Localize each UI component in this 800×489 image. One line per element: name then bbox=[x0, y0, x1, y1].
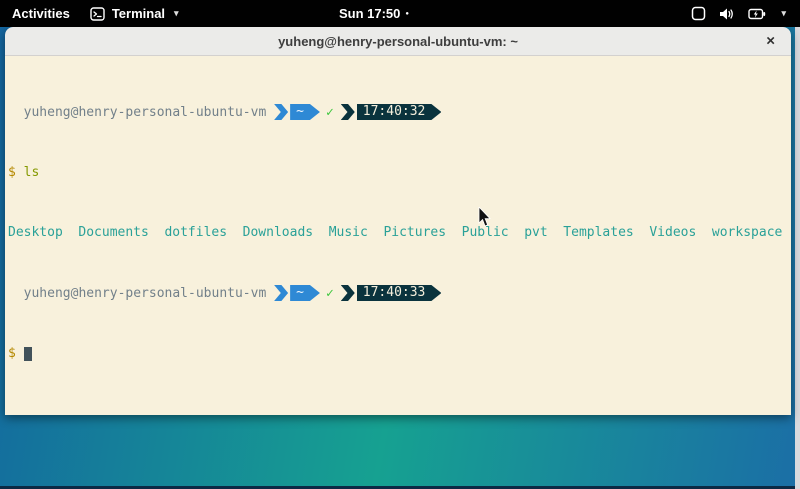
command-line: $ ls bbox=[8, 165, 788, 180]
window-titlebar[interactable]: yuheng@henry-personal-ubuntu-vm: ~ × bbox=[5, 27, 791, 56]
clock-button[interactable]: Sun 17:50 ● bbox=[339, 0, 409, 27]
prompt-symbol: $ bbox=[8, 346, 16, 361]
clock-label: Sun 17:50 bbox=[339, 6, 400, 21]
battery-charging-icon bbox=[748, 8, 766, 20]
mouse-cursor bbox=[478, 207, 491, 227]
activities-button[interactable]: Activities bbox=[12, 0, 70, 27]
prompt-user: yuheng@henry-personal-ubuntu-vm bbox=[8, 105, 274, 120]
terminal-content[interactable]: yuheng@henry-personal-ubuntu-vm ~ ✓ 17:4… bbox=[5, 56, 791, 415]
command-text: ls bbox=[24, 165, 40, 180]
terminal-icon bbox=[90, 7, 105, 21]
dir-entry: Documents bbox=[78, 225, 148, 240]
status-check-icon: ✓ bbox=[326, 105, 334, 120]
dir-entry: Desktop bbox=[8, 225, 63, 240]
powerline-chevron-icon bbox=[274, 104, 288, 120]
close-button[interactable]: × bbox=[766, 34, 775, 49]
dir-entry: pvt bbox=[524, 225, 547, 240]
volume-icon bbox=[719, 7, 735, 21]
screen-edge-strip bbox=[795, 27, 800, 489]
prompt-time: 17:40:33 bbox=[357, 285, 442, 301]
dir-entry: dotfiles bbox=[164, 225, 227, 240]
powerline-chevron-icon bbox=[341, 285, 355, 301]
dir-entry: Pictures bbox=[383, 225, 446, 240]
top-bar: Activities Terminal ▾ Sun 17:50 ● bbox=[0, 0, 800, 27]
dir-entry: Music bbox=[329, 225, 368, 240]
chevron-down-icon: ▾ bbox=[781, 9, 786, 18]
window-title: yuheng@henry-personal-ubuntu-vm: ~ bbox=[278, 34, 518, 49]
prompt-symbol: $ bbox=[8, 165, 24, 180]
notification-dot: ● bbox=[405, 11, 409, 17]
ls-output: Desktop Documents dotfiles Downloads Mus… bbox=[8, 225, 788, 240]
chevron-down-icon: ▾ bbox=[174, 9, 179, 18]
input-line[interactable]: $ bbox=[8, 346, 788, 361]
terminal-cursor bbox=[24, 347, 32, 361]
prompt-line-2: yuheng@henry-personal-ubuntu-vm ~ ✓ 17:4… bbox=[8, 285, 788, 301]
prompt-user: yuheng@henry-personal-ubuntu-vm bbox=[8, 286, 274, 301]
dir-entry: Downloads bbox=[243, 225, 313, 240]
app-menu-label: Terminal bbox=[112, 6, 165, 21]
system-menu[interactable]: ▾ bbox=[691, 0, 786, 27]
powerline-chevron-icon bbox=[274, 285, 288, 301]
prompt-cwd: ~ bbox=[290, 104, 320, 120]
dir-entry: Videos bbox=[649, 225, 696, 240]
desktop: Activities Terminal ▾ Sun 17:50 ● bbox=[0, 0, 800, 489]
dir-entry: Public bbox=[462, 225, 509, 240]
prompt-time: 17:40:32 bbox=[357, 104, 442, 120]
status-check-icon: ✓ bbox=[326, 286, 334, 301]
dir-entry: workspace bbox=[712, 225, 782, 240]
terminal-window: yuheng@henry-personal-ubuntu-vm: ~ × yuh… bbox=[5, 27, 791, 415]
prompt-line-1: yuheng@henry-personal-ubuntu-vm ~ ✓ 17:4… bbox=[8, 104, 788, 120]
prompt-cwd: ~ bbox=[290, 285, 320, 301]
dir-entry: Templates bbox=[563, 225, 633, 240]
powerline-chevron-icon bbox=[341, 104, 355, 120]
display-icon bbox=[691, 6, 706, 21]
app-menu[interactable]: Terminal ▾ bbox=[90, 0, 179, 27]
